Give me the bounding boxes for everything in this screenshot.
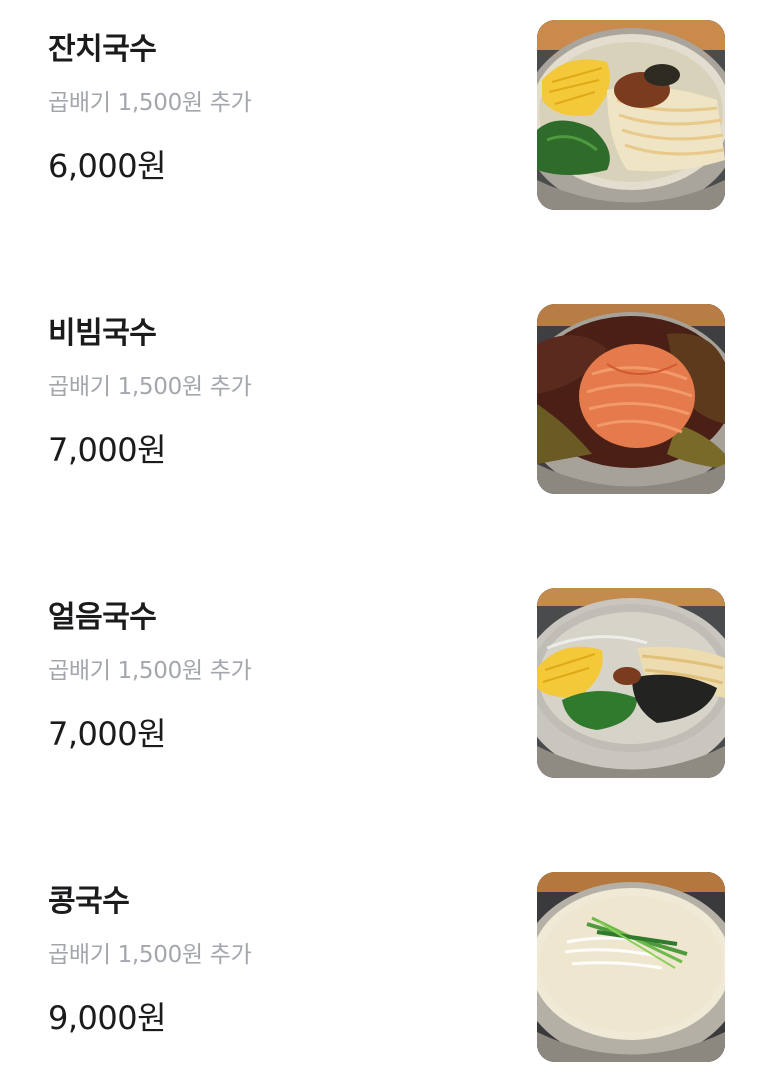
menu-item-eoreum-guksu[interactable]: 얼음국수 곱배기 1,500원 추가 7,000원: [0, 568, 773, 778]
menu-item-name: 비빔국수: [48, 316, 157, 351]
menu-item-price: 6,000원: [48, 147, 167, 185]
kong-guksu-photo: [537, 872, 725, 1062]
menu-item-photo[interactable]: [537, 20, 725, 210]
bibim-guksu-photo: [537, 304, 725, 494]
menu-item-photo[interactable]: [537, 588, 725, 778]
menu-item-photo[interactable]: [537, 304, 725, 494]
menu-item-text: 비빔국수 곱배기 1,500원 추가 7,000원: [48, 284, 488, 484]
menu-item-name: 콩국수: [48, 884, 130, 919]
menu-list: 잔치국수 곱배기 1,500원 추가 6,000원 비빔국수 곱배기 1,500…: [0, 0, 773, 1086]
menu-item-text: 콩국수 곱배기 1,500원 추가 9,000원: [48, 852, 488, 1052]
menu-item-text: 잔치국수 곱배기 1,500원 추가 6,000원: [48, 0, 488, 200]
menu-item-name: 잔치국수: [48, 32, 157, 67]
janchi-guksu-photo: [537, 20, 725, 210]
eoreum-guksu-photo: [537, 588, 725, 778]
menu-item-bibim-guksu[interactable]: 비빔국수 곱배기 1,500원 추가 7,000원: [0, 284, 773, 494]
menu-item-price: 9,000원: [48, 999, 167, 1037]
menu-item-name: 얼음국수: [48, 600, 157, 635]
menu-item-janchi-guksu[interactable]: 잔치국수 곱배기 1,500원 추가 6,000원: [0, 0, 773, 210]
menu-item-price: 7,000원: [48, 431, 167, 469]
menu-item-option: 곱배기 1,500원 추가: [48, 374, 252, 400]
menu-item-option: 곱배기 1,500원 추가: [48, 658, 252, 684]
menu-item-text: 얼음국수 곱배기 1,500원 추가 7,000원: [48, 568, 488, 768]
menu-item-option: 곱배기 1,500원 추가: [48, 90, 252, 116]
menu-item-kong-guksu[interactable]: 콩국수 곱배기 1,500원 추가 9,000원: [0, 852, 773, 1062]
menu-item-price: 7,000원: [48, 715, 167, 753]
menu-item-option: 곱배기 1,500원 추가: [48, 942, 252, 968]
menu-item-photo[interactable]: [537, 872, 725, 1062]
